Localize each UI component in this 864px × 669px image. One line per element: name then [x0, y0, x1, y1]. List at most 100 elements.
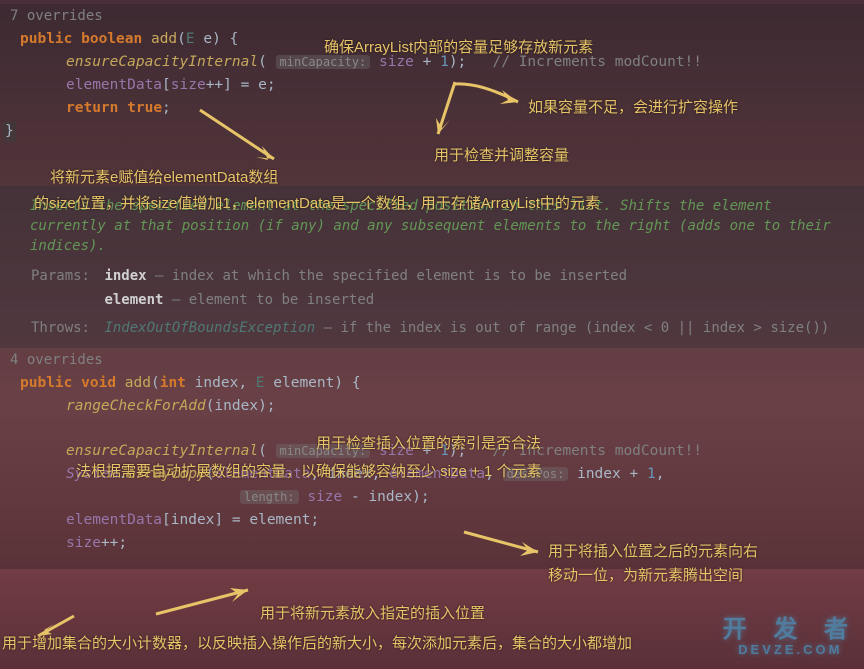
watermark: 开 发 者 DEVZE.COM [723, 609, 858, 657]
method-name: add [151, 31, 177, 47]
variable: index [368, 489, 412, 505]
paren: ); [258, 398, 275, 414]
paren: ( [258, 443, 267, 459]
paren: ( [151, 375, 160, 391]
method-call: rangeCheckForAdd [66, 398, 206, 414]
operator: ++ [101, 535, 118, 551]
operator: = [241, 77, 250, 93]
watermark-sub: DEVZE.COM [723, 642, 858, 657]
comma: , [656, 466, 665, 482]
operator: + [423, 443, 432, 459]
semicolon: ; [310, 512, 319, 528]
field-ref: size [379, 54, 414, 70]
paren: ); [449, 443, 466, 459]
generic-type: E [186, 31, 195, 47]
comma: , [485, 466, 494, 482]
variable: index [577, 466, 621, 482]
doc-throws-end: ) [821, 320, 829, 336]
annotation-text: 用于增加集合的大小计数器，以反映插入操作后的新大小，每次添加元素后，集合的大小都… [2, 632, 864, 653]
comma: , [238, 375, 247, 391]
comma: , [372, 466, 381, 482]
semicolon: ; [162, 100, 171, 116]
code-line[interactable]: public void add(int index, E element) { [0, 372, 864, 395]
blank-line[interactable] [0, 555, 864, 569]
code-line[interactable]: rangeCheckForAdd(index); [0, 395, 864, 418]
blank-line[interactable] [0, 418, 864, 440]
field-ref: size [171, 77, 206, 93]
code-editor[interactable]: 7 overrides public boolean add(E e) { en… [0, 0, 864, 573]
comma: , [310, 466, 319, 482]
keyword-boolean: boolean [81, 31, 142, 47]
doc-description: Inserts the specified element at the spe… [30, 198, 831, 254]
code-line[interactable]: size++; [0, 532, 864, 555]
method-call: arraycopy [127, 466, 206, 482]
dot: . [118, 466, 127, 482]
field-ref: size [307, 489, 342, 505]
operator: + [629, 466, 638, 482]
operator: - [351, 489, 360, 505]
bracket: ] [223, 77, 232, 93]
field-ref: size [379, 443, 414, 459]
doc-param-desc: – element to be inserted [163, 292, 374, 308]
code-line[interactable]: ensureCapacityInternal( minCapacity: siz… [0, 440, 864, 463]
generic-type: E [256, 375, 265, 391]
doc-param-name: element [104, 292, 163, 308]
doc-throws-label: Throws: [30, 318, 90, 338]
javadoc-block: Inserts the specified element at the spe… [0, 186, 864, 348]
brace: { [230, 31, 239, 47]
keyword-true: true [127, 100, 162, 116]
paren: ( [177, 31, 186, 47]
param-hint: minCapacity: [276, 444, 371, 458]
blank-line[interactable] [0, 142, 864, 164]
code-line[interactable]: return true; [0, 97, 864, 120]
paren: ); [449, 54, 466, 70]
arrow-icon [148, 586, 258, 622]
code-line[interactable]: } [0, 120, 864, 142]
semicolon: ; [267, 77, 276, 93]
field-ref: elementData [66, 77, 162, 93]
keyword-public: public [20, 31, 72, 47]
paren: ( [258, 54, 267, 70]
param: index [195, 375, 239, 391]
annotation-text: 用于将新元素放入指定的插入位置 [260, 602, 485, 623]
method-call: ensureCapacityInternal [66, 443, 258, 459]
field-ref: elementData [66, 512, 162, 528]
blank-line[interactable] [0, 164, 864, 186]
keyword-void: void [81, 375, 116, 391]
variable: index [171, 512, 215, 528]
arrow-icon [34, 612, 84, 642]
method-name: add [125, 375, 151, 391]
paren: ); [412, 489, 429, 505]
bracket: ] [214, 512, 223, 528]
paren: ) [212, 31, 221, 47]
keyword-public: public [20, 375, 72, 391]
code-line[interactable]: length: size - index); [0, 486, 864, 509]
overrides-hint-2[interactable]: 4 overrides [0, 348, 864, 372]
operator: + [423, 54, 432, 70]
doc-param-desc: – index at which the specified element i… [147, 268, 627, 284]
code-line[interactable]: elementData[index] = element; [0, 509, 864, 532]
code-line[interactable]: System.arraycopy(elementData, index, ele… [0, 463, 864, 486]
param: element [273, 375, 334, 391]
param-hint: minCapacity: [276, 55, 371, 69]
field-ref: elementData [214, 466, 310, 482]
overrides-hint-1[interactable]: 7 overrides [0, 4, 864, 28]
param-hint: length: [240, 490, 299, 504]
doc-params-label: Params: [30, 266, 90, 286]
param-hint: destPos: [503, 467, 569, 481]
operator: ++ [206, 77, 223, 93]
code-line[interactable]: ensureCapacityInternal( minCapacity: siz… [0, 51, 864, 74]
number: 1 [440, 54, 449, 70]
variable: index [328, 466, 372, 482]
doc-throws-type[interactable]: IndexOutOfBoundsException [104, 320, 315, 336]
variable: element [249, 512, 310, 528]
doc-code: index < 0 || index > size() [593, 320, 821, 336]
field-ref: size [66, 535, 101, 551]
code-line[interactable]: elementData[size++] = e; [0, 74, 864, 97]
comment: // Increments modCount!! [493, 443, 703, 459]
code-line[interactable]: public boolean add(E e) { [0, 28, 864, 51]
param: e [203, 31, 212, 47]
bracket: [ [162, 512, 171, 528]
doc-param-name: index [104, 268, 146, 284]
semicolon: ; [118, 535, 127, 551]
